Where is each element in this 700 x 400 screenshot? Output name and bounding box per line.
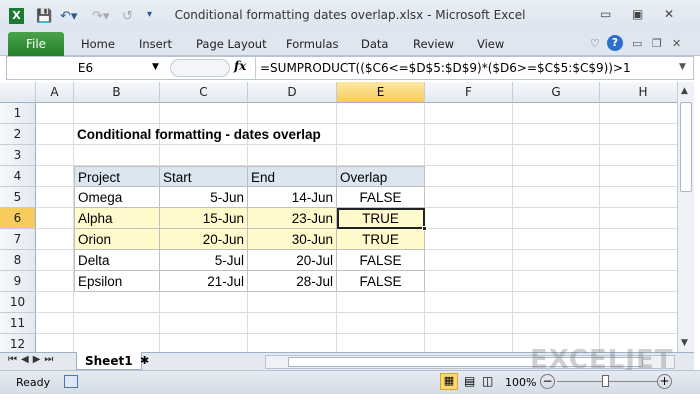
table-cell[interactable]: 14-Jun (248, 187, 337, 208)
row-header-12[interactable]: 12 (0, 334, 36, 352)
gridline (36, 312, 677, 313)
table-cell[interactable]: FALSE (337, 250, 425, 271)
vertical-scroll-thumb[interactable] (680, 102, 692, 192)
row-header-4[interactable]: 4 (0, 166, 36, 187)
row-header-8[interactable]: 8 (0, 250, 36, 271)
scroll-down-icon[interactable]: ▼ (681, 338, 688, 348)
column-header-A[interactable]: A (36, 82, 74, 103)
row-header-11[interactable]: 11 (0, 313, 36, 334)
tab-sheet1[interactable]: Sheet1 (76, 352, 142, 370)
zoom-slider-thumb[interactable] (602, 375, 609, 387)
name-box[interactable]: E6 (8, 58, 163, 78)
insert-sheet-icon[interactable]: ✱ (140, 354, 149, 367)
sheet-title: Conditional formatting - dates overlap (77, 127, 321, 142)
table-cell[interactable]: 23-Jun (248, 208, 337, 229)
maximize-icon[interactable]: ▣ (632, 7, 643, 21)
tab-view[interactable]: View (477, 37, 504, 51)
minimize-icon[interactable]: ▭ (600, 7, 611, 21)
zoom-level[interactable]: 100% (505, 376, 536, 389)
status-bar: Ready ▦ ▤ ◫ 100% − + (0, 370, 700, 394)
workbook-minimize-icon[interactable]: ▭ (632, 37, 642, 50)
name-box-dropdown-icon[interactable]: ▼ (152, 62, 159, 72)
page-layout-view-icon[interactable]: ▤ (464, 374, 475, 388)
table-cell[interactable]: 28-Jul (248, 271, 337, 292)
help-icon[interactable]: ? (607, 35, 623, 51)
row-header-7[interactable]: 7 (0, 229, 36, 250)
status-ready: Ready (16, 376, 51, 389)
vertical-scrollbar[interactable]: ▲ ▼ (677, 82, 694, 352)
table-cell[interactable]: Orion (74, 229, 160, 250)
table-cell[interactable]: Omega (74, 187, 160, 208)
table-header[interactable]: Project (74, 166, 160, 187)
table-header[interactable]: Overlap (337, 166, 425, 187)
table-cell[interactable]: TRUE (337, 208, 425, 229)
table-cell[interactable]: Epsilon (74, 271, 160, 292)
expand-formula-bar-icon[interactable]: ▼ (679, 62, 686, 72)
formula-bar-resize-handle[interactable] (170, 59, 230, 77)
table-cell[interactable]: 5-Jul (160, 250, 248, 271)
table-cell[interactable]: 20-Jun (160, 229, 248, 250)
table-cell[interactable]: 30-Jun (248, 229, 337, 250)
table-cell[interactable]: 5-Jun (160, 187, 248, 208)
table-header[interactable]: Start (160, 166, 248, 187)
window-title: Conditional formatting dates overlap.xls… (174, 8, 526, 22)
zoom-in-button[interactable]: + (657, 374, 672, 389)
column-header-G[interactable]: G (513, 82, 600, 103)
workbook-close-icon[interactable]: ✕ (672, 37, 681, 50)
divider (255, 57, 256, 79)
column-header-D[interactable]: D (248, 82, 337, 103)
collapse-ribbon-icon[interactable]: ♡ (590, 37, 600, 50)
row-header-1[interactable]: 1 (0, 103, 36, 124)
row-header-2[interactable]: 2 (0, 124, 36, 145)
table-cell[interactable]: TRUE (337, 229, 425, 250)
insert-function-icon[interactable]: fx (234, 59, 246, 73)
column-header-E[interactable]: E (337, 82, 425, 103)
workbook-restore-icon[interactable]: ❐ (652, 37, 662, 50)
tab-formulas[interactable]: Formulas (286, 37, 339, 51)
macro-record-icon[interactable] (64, 375, 78, 388)
table-cell[interactable]: 21-Jul (160, 271, 248, 292)
table-cell[interactable]: 20-Jul (248, 250, 337, 271)
fill-handle[interactable] (422, 226, 427, 231)
row-header-6[interactable]: 6 (0, 208, 36, 229)
column-header-C[interactable]: C (160, 82, 248, 103)
column-header-B[interactable]: B (74, 82, 160, 103)
gridline (36, 333, 677, 334)
row-header-10[interactable]: 10 (0, 292, 36, 313)
close-icon[interactable]: ✕ (664, 7, 674, 21)
zoom-out-button[interactable]: − (540, 374, 555, 389)
page-break-view-icon[interactable]: ◫ (482, 374, 493, 388)
row-header-9[interactable]: 9 (0, 271, 36, 292)
normal-view-icon[interactable]: ▦ (440, 373, 458, 390)
table-cell[interactable]: 15-Jun (160, 208, 248, 229)
sheet-tab-bar: ⏮◀▶⏭ Sheet1 ✱ EXCELJET (0, 345, 694, 375)
tab-review[interactable]: Review (413, 37, 454, 51)
worksheet-grid[interactable]: ABCDEFGH 1 2 3 4 5 6 7 8 9 10 11 12 Conditional for… (0, 82, 677, 352)
row-header-3[interactable]: 3 (0, 145, 36, 166)
formula-input[interactable]: =SUMPRODUCT(($C6<=$D$5:$D$9)*($D6>=$C$5:… (260, 58, 631, 78)
tab-page-layout[interactable]: Page Layout (196, 37, 267, 51)
table-cell[interactable]: FALSE (337, 271, 425, 292)
scroll-up-icon[interactable]: ▲ (681, 86, 688, 96)
select-all-button[interactable] (0, 82, 36, 103)
tab-insert[interactable]: Insert (139, 37, 172, 51)
table-cell[interactable]: FALSE (337, 187, 425, 208)
tab-file[interactable]: File (8, 32, 64, 56)
table-cell[interactable]: Delta (74, 250, 160, 271)
sheet-navigation-icons[interactable]: ⏮◀▶⏭ (8, 354, 57, 365)
row-header-5[interactable]: 5 (0, 187, 36, 208)
column-header-H[interactable]: H (600, 82, 677, 103)
tab-data[interactable]: Data (361, 37, 388, 51)
table-cell[interactable]: Alpha (74, 208, 160, 229)
tab-home[interactable]: Home (81, 37, 115, 51)
column-header-F[interactable]: F (425, 82, 513, 103)
table-header[interactable]: End (248, 166, 337, 187)
